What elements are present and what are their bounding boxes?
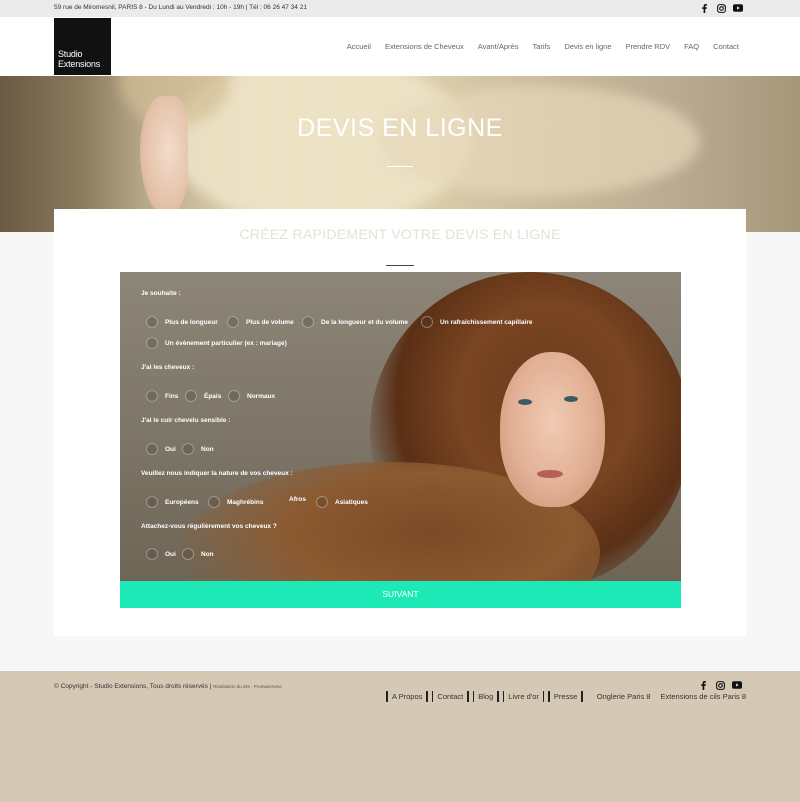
radio-button[interactable] — [146, 443, 158, 455]
nav-avant-apres[interactable]: Avant/Après — [478, 42, 519, 51]
option-rafraichissement[interactable]: Un rafraîchissement capillaire — [421, 316, 533, 328]
footer-link-contact[interactable]: Contact — [437, 692, 463, 701]
footer-link-blog[interactable]: Blog — [478, 692, 493, 701]
footer-link-livre-dor[interactable]: Livre d'or — [508, 692, 539, 701]
option-longueur[interactable]: Plus de longueur — [146, 316, 218, 328]
youtube-icon[interactable] — [732, 680, 742, 690]
facebook-icon[interactable] — [698, 680, 708, 690]
nav-extensions[interactable]: Extensions de Cheveux — [385, 42, 464, 51]
nav-faq[interactable]: FAQ — [684, 42, 699, 51]
question-souhait: Je souhaite : * — [141, 290, 186, 297]
radio-button[interactable] — [228, 390, 240, 402]
radio-button[interactable] — [208, 496, 220, 508]
radio-button[interactable] — [185, 390, 197, 402]
option-normaux[interactable]: Normaux — [228, 390, 275, 402]
facebook-icon[interactable] — [699, 3, 709, 13]
site-footer: © Copyright - Studio Extensions, Tous dr… — [0, 671, 800, 802]
subtitle-divider — [386, 265, 414, 266]
contact-info: 59 rue de Miromesnil, PARIS 8 - Du Lundi… — [54, 4, 307, 11]
footer-social-links — [698, 680, 742, 690]
question-cuir-chevelu: J'ai le cuir chevelu sensible : * — [141, 417, 235, 424]
site-credit: Réalisation du site : Promaserveur — [213, 684, 282, 689]
option-attache-non[interactable]: Non — [182, 548, 214, 560]
nav-accueil[interactable]: Accueil — [347, 42, 371, 51]
nav-tarifs[interactable]: Tarifs — [532, 42, 550, 51]
page-title: DEVIS EN LIGNE — [297, 114, 503, 142]
option-attache-oui[interactable]: Oui — [146, 548, 176, 560]
nav-contact[interactable]: Contact — [713, 42, 739, 51]
question-nature: Veuillez nous indiquer la nature de vos … — [141, 470, 298, 477]
option-afros[interactable]: Afros — [289, 496, 306, 503]
radio-button[interactable] — [421, 316, 433, 328]
footer-link-presse[interactable]: Presse — [554, 692, 577, 701]
main-nav: Accueil Extensions de Cheveux Avant/Aprè… — [333, 42, 739, 51]
site-logo[interactable]: Studio Extensions — [54, 18, 111, 75]
option-sensible-oui[interactable]: Oui — [146, 443, 176, 455]
radio-button[interactable] — [146, 316, 158, 328]
copyright: © Copyright - Studio Extensions, Tous dr… — [54, 683, 282, 690]
quote-card: CRÉEZ RAPIDEMENT VOTRE DEVIS EN LIGNE Je… — [54, 209, 746, 636]
quote-form: Je souhaite : * Plus de longueur Plus de … — [120, 272, 681, 581]
option-volume[interactable]: Plus de volume — [227, 316, 294, 328]
radio-button[interactable] — [146, 496, 158, 508]
footer-link-extensions-cils[interactable]: Extensions de cils Paris 8 — [661, 692, 746, 701]
radio-button[interactable] — [182, 548, 194, 560]
footer-links: A Propos Contact Blog Livre d'or Presse … — [382, 691, 746, 702]
radio-button[interactable] — [146, 337, 158, 349]
youtube-icon[interactable] — [733, 3, 743, 13]
option-epais[interactable]: Épais — [185, 390, 221, 402]
instagram-icon[interactable] — [716, 3, 726, 13]
footer-link-a-propos[interactable]: A Propos — [392, 692, 422, 701]
option-longueur-volume[interactable]: De la longueur et du volume — [302, 316, 408, 328]
radio-button[interactable] — [146, 390, 158, 402]
social-links — [699, 3, 743, 13]
option-evenement[interactable]: Un évènement particulier (ex : mariage) — [146, 337, 287, 349]
nav-devis[interactable]: Devis en ligne — [564, 42, 611, 51]
radio-button[interactable] — [227, 316, 239, 328]
radio-button[interactable] — [146, 548, 158, 560]
nav-rdv[interactable]: Prendre RDV — [626, 42, 671, 51]
option-sensible-non[interactable]: Non — [182, 443, 214, 455]
next-button[interactable]: SUIVANT — [120, 581, 681, 608]
option-fins[interactable]: Fins — [146, 390, 178, 402]
option-europeens[interactable]: Européens — [146, 496, 199, 508]
footer-link-onglerie[interactable]: Onglerie Paris 8 — [597, 692, 651, 701]
section-subtitle: CRÉEZ RAPIDEMENT VOTRE DEVIS EN LIGNE — [239, 226, 561, 242]
option-maghrebins[interactable]: Maghrébins — [208, 496, 263, 508]
question-cheveux: J'ai les cheveux : * — [141, 364, 199, 371]
instagram-icon[interactable] — [715, 680, 725, 690]
logo-line-1: Studio — [58, 49, 83, 59]
radio-button[interactable] — [316, 496, 328, 508]
logo-line-2: Extensions — [58, 59, 101, 69]
option-asiatiques[interactable]: Asiatiques — [316, 496, 368, 508]
radio-button[interactable] — [182, 443, 194, 455]
top-info-bar: 59 rue de Miromesnil, PARIS 8 - Du Lundi… — [0, 0, 800, 17]
title-divider — [387, 166, 413, 167]
radio-button[interactable] — [302, 316, 314, 328]
question-attache: Attachez-vous régulièrement vos cheveux … — [141, 523, 277, 530]
site-header: Studio Extensions Accueil Extensions de … — [0, 17, 800, 76]
